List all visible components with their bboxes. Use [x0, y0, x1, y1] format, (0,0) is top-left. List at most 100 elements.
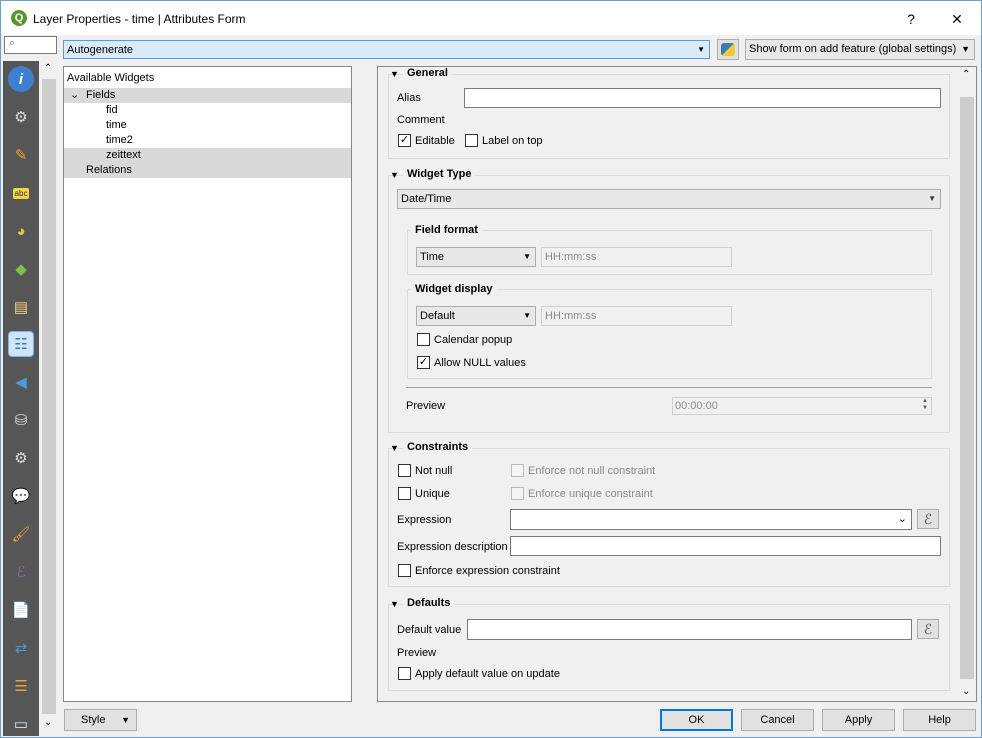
tree-item-label: zeittext [106, 149, 141, 161]
close-button[interactable]: ✕ [945, 9, 969, 29]
ok-button[interactable]: OK [660, 709, 733, 731]
editable-label: Editable [415, 135, 455, 147]
attributes-form-icon[interactable]: ☷ [8, 331, 34, 357]
sidebar-scroll-thumb[interactable] [42, 79, 56, 714]
tree-item-label: Relations [86, 164, 132, 176]
expression-combo[interactable]: ⌄ [510, 509, 912, 530]
enforce-unique-label: Enforce unique constraint [528, 488, 653, 500]
tree-header: Available Widgets [67, 72, 155, 84]
expression-description-input[interactable] [510, 536, 941, 556]
general-title[interactable]: General [403, 67, 452, 79]
display-icon[interactable]: 💬 [8, 483, 34, 509]
scroll-down-icon[interactable]: ⌄ [962, 686, 970, 697]
field-format-pattern-input[interactable]: HH:mm:ss [541, 247, 732, 267]
calendar-popup-checkbox[interactable] [417, 333, 430, 346]
variables-icon[interactable]: ℰ [8, 559, 34, 585]
legend-icon[interactable]: ☰ [8, 673, 34, 699]
cancel-button[interactable]: Cancel [741, 709, 814, 731]
widget-display-combo[interactable]: Default ▼ [416, 306, 536, 326]
field-format-title: Field format [411, 224, 482, 236]
3d-view-icon[interactable]: ◆ [8, 256, 34, 282]
field-format-combo[interactable]: Time ▼ [416, 247, 536, 267]
chevron-down-icon[interactable]: ⌄ [70, 88, 79, 103]
enforce-not-null-checkbox[interactable] [511, 464, 524, 477]
enforce-expression-checkbox[interactable] [398, 564, 411, 577]
help-button[interactable]: Help [903, 709, 976, 731]
enforce-unique-checkbox[interactable] [511, 487, 524, 500]
layout-mode-value: Autogenerate [67, 44, 134, 56]
metadata-icon[interactable]: 📄 [8, 597, 34, 623]
tree-item-relations[interactable]: Relations [64, 163, 351, 178]
unique-checkbox[interactable] [398, 487, 411, 500]
default-expression-button[interactable]: ℰ [917, 619, 939, 639]
epsilon-icon: ℰ [923, 621, 933, 637]
spin-arrows-icon[interactable]: ▲ ▼ [922, 398, 928, 412]
chevron-down-icon: ▼ [697, 45, 705, 54]
rendering-icon[interactable]: 🖌 [8, 521, 34, 547]
scroll-up-icon[interactable]: ⌃ [44, 63, 52, 74]
preview-time-spinbox[interactable]: 00:00:00 ▲ ▼ [672, 397, 932, 415]
style-label: Style [81, 714, 106, 726]
dependencies-icon[interactable]: ⇄ [8, 635, 34, 661]
collapse-triangle-icon[interactable]: ▼ [390, 170, 399, 180]
help-title-button[interactable]: ? [899, 9, 923, 29]
tree-item-fields[interactable]: ⌄ Fields [64, 88, 351, 103]
tree-item-fid[interactable]: fid [106, 103, 118, 118]
apply-on-update-checkbox[interactable] [398, 667, 411, 680]
alias-input[interactable] [464, 88, 941, 108]
default-value-input[interactable] [467, 619, 912, 640]
widget-type-title[interactable]: Widget Type [403, 168, 476, 180]
chevron-down-icon: ⌄ [897, 513, 907, 525]
available-widgets-tree[interactable]: Available Widgets ⌄ Fields fid time time… [63, 66, 352, 702]
not-null-checkbox[interactable] [398, 464, 411, 477]
calendar-popup-label: Calendar popup [434, 334, 513, 346]
layout-mode-combo[interactable]: Autogenerate ▼ [63, 40, 710, 59]
symbology-icon[interactable]: ✎ [8, 142, 34, 168]
qgis-server-icon[interactable]: ▭ [8, 711, 34, 737]
expression-builder-button[interactable]: ℰ [917, 509, 939, 529]
chevron-down-icon: ▼ [523, 311, 531, 320]
collapse-triangle-icon[interactable]: ▼ [390, 599, 399, 609]
widget-display-pattern-input[interactable]: HH:mm:ss [541, 306, 732, 326]
actions-icon[interactable]: ⚙ [8, 445, 34, 471]
source-fields-icon[interactable]: ▤ [8, 294, 34, 320]
enforce-expression-label: Enforce expression constraint [415, 565, 560, 577]
allow-null-checkbox[interactable]: ✓ [417, 356, 430, 369]
tree-item-time2[interactable]: time2 [106, 133, 133, 148]
config-scrollbar[interactable]: ⌃ ⌄ [958, 67, 976, 701]
widget-type-value: Date/Time [401, 193, 452, 205]
labels-icon[interactable]: abc [8, 180, 34, 206]
widget-display-pattern: HH:mm:ss [545, 310, 597, 322]
tree-item-time[interactable]: time [106, 118, 127, 133]
information-icon[interactable]: i [8, 66, 34, 92]
auxiliary-storage-icon[interactable]: ⛁ [8, 407, 34, 433]
show-form-combo[interactable]: Show form on add feature (global setting… [745, 39, 975, 60]
constraints-title[interactable]: Constraints [403, 441, 473, 453]
joins-icon[interactable]: ◀ [8, 369, 34, 395]
defaults-title[interactable]: Defaults [403, 597, 455, 609]
label-on-top-checkbox[interactable] [465, 134, 478, 147]
chevron-down-icon: ▼ [121, 715, 130, 725]
scroll-down-icon[interactable]: ⌄ [44, 717, 52, 728]
config-scroll-thumb[interactable] [960, 97, 974, 679]
preview-label: Preview [406, 400, 446, 412]
collapse-triangle-icon[interactable]: ▼ [390, 69, 399, 79]
unique-label: Unique [415, 488, 450, 500]
widget-display-value: Default [420, 310, 455, 322]
editable-checkbox[interactable]: ✓ [398, 134, 411, 147]
scroll-up-icon[interactable]: ⌃ [962, 69, 970, 80]
layer-properties-dialog: Q Layer Properties - time | Attributes F… [0, 0, 982, 738]
sidebar: i ⚙ ✎ abc ◕ ◆ ▤ ☷ ◀ ⛁ ⚙ 💬 🖌 ℰ 📄 ⇄ ☰ ▭ [3, 61, 39, 736]
style-button[interactable]: Style ▼ [64, 709, 137, 731]
sidebar-scrollbar[interactable]: ⌃ ⌄ [40, 61, 58, 736]
search-input[interactable]: ⌕ [4, 36, 57, 54]
python-init-button[interactable] [717, 39, 739, 60]
diagrams-icon[interactable]: ◕ [8, 218, 34, 244]
search-icon: ⌕ [9, 37, 16, 49]
source-icon[interactable]: ⚙ [8, 104, 34, 130]
apply-button[interactable]: Apply [822, 709, 895, 731]
collapse-triangle-icon[interactable]: ▼ [390, 443, 399, 453]
qgis-logo-icon: Q [11, 10, 27, 26]
widget-type-combo[interactable]: Date/Time ▼ [397, 189, 941, 209]
tree-item-zeittext[interactable]: zeittext [64, 148, 351, 163]
